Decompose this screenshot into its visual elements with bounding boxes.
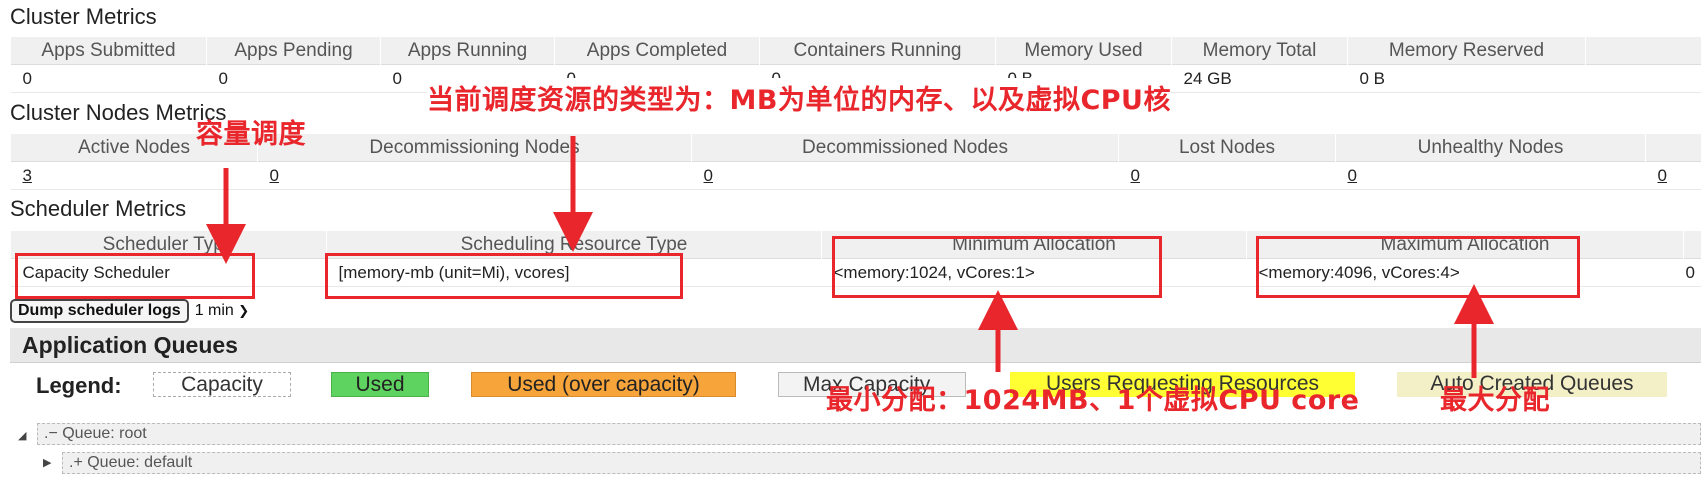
table-cell: 0 — [1645, 161, 1701, 190]
column-header: Memory Reserved — [1347, 37, 1586, 65]
column-header — [1683, 231, 1701, 259]
dump-interval-select[interactable]: 1 min ❯ — [195, 302, 249, 320]
table-cell: 24 GB — [1171, 64, 1348, 93]
column-header: Apps Pending — [206, 37, 381, 65]
column-header: Memory Used — [995, 37, 1172, 65]
column-header: Apps Submitted — [10, 37, 207, 65]
annotation-capacity: 容量调度 — [196, 119, 306, 150]
column-header — [1645, 134, 1701, 162]
table-cell: 0 — [10, 64, 207, 93]
annotation-box-resource-type — [325, 253, 683, 299]
table-row: 3 0 0 0 0 0 — [10, 161, 1701, 190]
column-header: Lost Nodes — [1118, 134, 1336, 162]
column-header: Decommissioning Nodes — [257, 134, 692, 162]
column-header: Decommissioned Nodes — [691, 134, 1119, 162]
column-header: Containers Running — [759, 37, 996, 65]
column-header: Apps Completed — [554, 37, 760, 65]
dump-scheduler-logs-button[interactable]: Dump scheduler logs — [10, 299, 189, 323]
table-cell: 0 — [1335, 161, 1646, 190]
annotation-box-max-alloc — [1256, 236, 1580, 298]
unhealthy-nodes-link[interactable]: 0 — [1348, 166, 1357, 185]
column-header — [1585, 37, 1701, 65]
table-cell: 0 — [1118, 161, 1336, 190]
annotation-min-alloc: 最小分配：1024MB、1个虚拟CPU core — [826, 385, 1360, 416]
table-cell — [1585, 64, 1701, 93]
table-cell: 0 — [691, 161, 1119, 190]
cluster-metrics-header-row: Apps Submitted Apps Pending Apps Running… — [10, 37, 1701, 65]
nodes-metrics-title: Cluster Nodes Metrics — [10, 100, 227, 125]
table-cell: 0 B — [1347, 64, 1586, 93]
annotation-box-min-alloc — [832, 236, 1162, 298]
legend-capacity: Capacity — [153, 372, 291, 397]
annotation-max-alloc: 最大分配 — [1440, 385, 1550, 416]
chevron-down-icon: ❯ — [238, 303, 250, 318]
column-header: Apps Running — [380, 37, 555, 65]
annotation-resource-type: 当前调度资源的类型为：MB为单位的内存、以及虚拟CPU核 — [427, 78, 1171, 117]
legend-used: Used — [331, 372, 429, 397]
column-header: Unhealthy Nodes — [1335, 134, 1646, 162]
legend-label: Legend: — [36, 373, 122, 398]
application-queues-header: Application Queues — [10, 328, 1701, 363]
decommissioning-nodes-link[interactable]: 0 — [270, 166, 279, 185]
cluster-metrics-title: Cluster Metrics — [10, 4, 157, 29]
table-cell: 0 — [257, 161, 692, 190]
expand-triangle-icon[interactable]: ◢ — [18, 429, 26, 442]
dump-interval-value: 1 min — [194, 302, 234, 319]
lost-nodes-link[interactable]: 0 — [1131, 166, 1140, 185]
scheduler-metrics-title: Scheduler Metrics — [10, 196, 187, 221]
dump-logs-row: Dump scheduler logs 1 min ❯ — [10, 298, 249, 324]
decommissioned-nodes-link[interactable]: 0 — [704, 166, 713, 185]
active-nodes-link[interactable]: 3 — [23, 166, 32, 185]
collapsed-triangle-icon[interactable]: ▶ — [43, 456, 51, 469]
table-cell: 3 — [10, 161, 258, 190]
application-queues-title: Application Queues — [22, 332, 238, 358]
column-header: Memory Total — [1171, 37, 1348, 65]
queue-root-row[interactable]: .− Queue: root — [37, 423, 1701, 445]
table-cell: 0 — [206, 64, 381, 93]
annotation-box-scheduler-type — [15, 253, 255, 299]
extra-nodes-link[interactable]: 0 — [1658, 166, 1667, 185]
queue-default-row[interactable]: .+ Queue: default — [62, 452, 1701, 474]
table-cell: 0 — [1683, 258, 1701, 287]
legend-used-over-capacity: Used (over capacity) — [471, 372, 736, 397]
